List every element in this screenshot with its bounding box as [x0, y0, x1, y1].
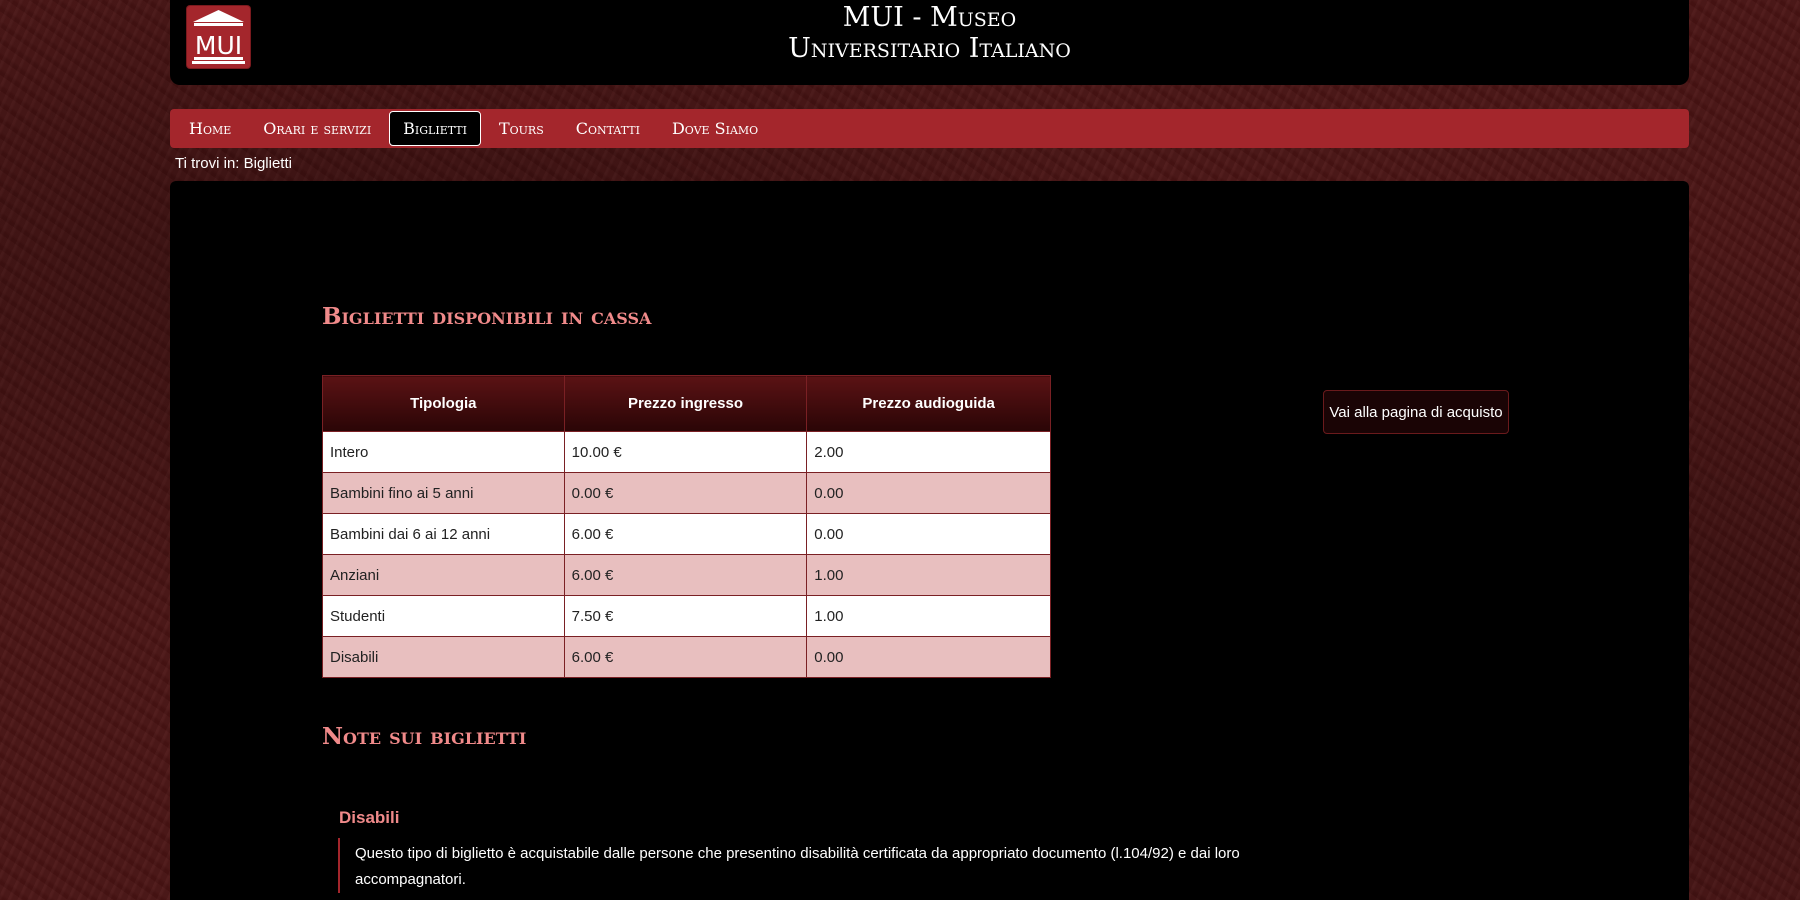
nav-item-biglietti[interactable]: Biglietti	[389, 111, 481, 146]
table-row: Studenti 7.50 € 1.00	[322, 595, 1051, 637]
nav-item-contatti[interactable]: Contatti	[562, 111, 654, 146]
table-row: Disabili 6.00 € 0.00	[322, 636, 1051, 678]
nav-item-tours[interactable]: Tours	[485, 111, 558, 146]
main-navbar: Home Orari e servizi Biglietti Tours Con…	[170, 109, 1689, 148]
section-title-tickets: Biglietti disponibili in cassa	[322, 303, 652, 330]
table-header-row: Tipologia Prezzo ingresso Prezzo audiogu…	[322, 375, 1051, 432]
buy-tickets-button[interactable]: Vai alla pagina di acquisto	[1323, 390, 1509, 434]
table-row: Bambini fino ai 5 anni 0.00 € 0.00	[322, 472, 1051, 514]
table-cell: 0.00	[806, 636, 1051, 678]
nav-item-home[interactable]: Home	[175, 111, 245, 146]
table-cell: Bambini dai 6 ai 12 anni	[322, 513, 565, 555]
table-cell: Bambini fino ai 5 anni	[322, 472, 565, 514]
table-cell: 0.00	[806, 472, 1051, 514]
tickets-table: Tipologia Prezzo ingresso Prezzo audiogu…	[322, 375, 1051, 678]
site-title: MUI - Museo Universitario Italiano	[170, 2, 1689, 64]
table-cell: 1.00	[806, 595, 1051, 637]
table-cell: Anziani	[322, 554, 565, 596]
table-cell: 10.00 €	[563, 431, 808, 473]
note-text: Questo tipo di biglietto è acquistabile …	[338, 838, 1288, 893]
site-title-line2: Universitario Italiano	[788, 33, 1071, 64]
table-cell: Studenti	[322, 595, 565, 637]
table-cell: 6.00 €	[563, 513, 808, 555]
table-row: Bambini dai 6 ai 12 anni 6.00 € 0.00	[322, 513, 1051, 555]
site-title-line1: MUI - Museo	[842, 2, 1017, 33]
column-header-prezzo-ingresso: Prezzo ingresso	[563, 375, 808, 432]
table-cell: 7.50 €	[563, 595, 808, 637]
table-cell: 1.00	[806, 554, 1051, 596]
table-cell: 6.00 €	[563, 636, 808, 678]
site-header: MUI MUI - Museo Universitario Italiano	[170, 0, 1689, 85]
table-cell: 0.00 €	[563, 472, 808, 514]
nav-item-dove-siamo[interactable]: Dove Siamo	[658, 111, 772, 146]
table-row: Anziani 6.00 € 1.00	[322, 554, 1051, 596]
table-cell: 2.00	[806, 431, 1051, 473]
nav-item-orari-servizi[interactable]: Orari e servizi	[249, 111, 385, 146]
section-title-notes: Note sui biglietti	[322, 723, 527, 750]
breadcrumb: Ti trovi in: Biglietti	[175, 155, 292, 172]
note-heading-disabili: Disabili	[339, 808, 400, 827]
table-row: Intero 10.00 € 2.00	[322, 431, 1051, 473]
main-content: Biglietti disponibili in cassa Tipologia…	[170, 181, 1689, 900]
table-cell: 6.00 €	[563, 554, 808, 596]
table-cell: Disabili	[322, 636, 565, 678]
column-header-prezzo-audioguida: Prezzo audioguida	[806, 375, 1051, 432]
column-header-tipologia: Tipologia	[322, 375, 565, 432]
table-cell: Intero	[322, 431, 565, 473]
table-cell: 0.00	[806, 513, 1051, 555]
